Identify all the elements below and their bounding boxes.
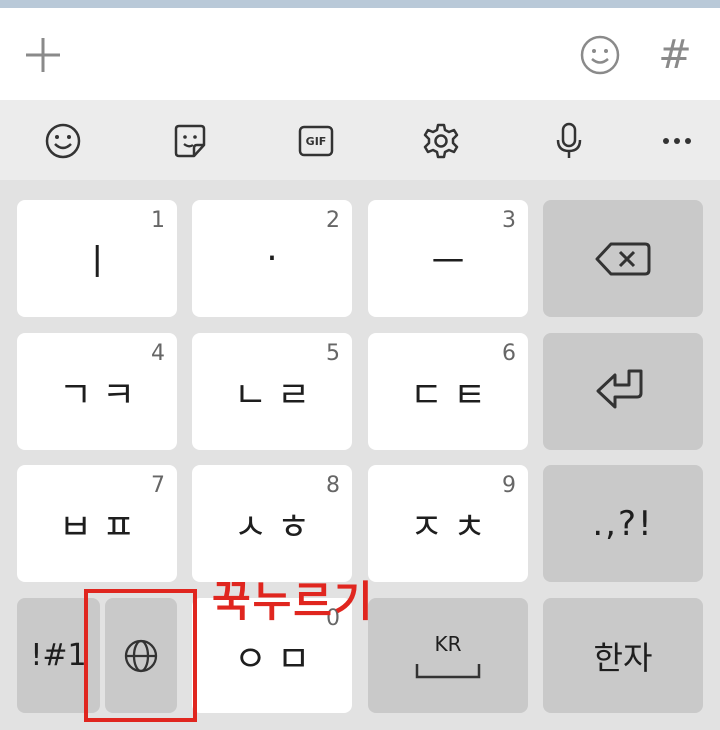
emoji-toolbar-icon[interactable] (40, 118, 86, 164)
keyboard-toolbar: GIF (0, 100, 720, 180)
emoji-icon[interactable] (575, 30, 625, 80)
key-label: ㄴㄹ (233, 374, 321, 416)
key-label: ㅣ (80, 241, 124, 283)
more-options-icon[interactable] (654, 118, 700, 164)
enter-icon (596, 369, 643, 408)
key-label: ㅅㅎ (233, 506, 321, 548)
key-number: 6 (502, 341, 516, 366)
key-label: ㅡ (431, 241, 475, 283)
backspace-icon (595, 242, 651, 275)
key-number: 7 (151, 473, 165, 498)
key-number: 3 (502, 208, 516, 233)
key-number: 4 (151, 341, 165, 366)
key-label: ㄱㅋ (58, 374, 146, 416)
symbols-label: !#1 (30, 638, 87, 673)
key-label: ㅈㅊ (409, 506, 497, 548)
key-nieun-rieul[interactable]: 5 ㄴㄹ (192, 333, 352, 450)
key-number: 8 (326, 473, 340, 498)
hashtag-label: # (658, 32, 692, 78)
hanja-label: 한자 (593, 638, 653, 677)
gif-label: GIF (305, 134, 327, 148)
key-label: ㅇㅁ (233, 638, 321, 680)
key-jieut-chieut[interactable]: 9 ㅈㅊ (368, 465, 528, 582)
highlight-box (84, 589, 197, 722)
long-press-annotation: 꾹누르기 (212, 577, 375, 626)
key-number: 5 (326, 341, 340, 366)
top-strip (0, 0, 720, 8)
microphone-icon[interactable] (546, 118, 592, 164)
punctuation-label: .,?! (592, 503, 654, 544)
punctuation-key[interactable]: .,?! (543, 465, 703, 582)
sticker-icon[interactable] (167, 118, 213, 164)
key-i[interactable]: 1 ㅣ (17, 200, 177, 317)
enter-key[interactable] (543, 333, 703, 450)
gif-icon[interactable]: GIF (293, 118, 339, 164)
space-bar-icon (415, 663, 481, 678)
key-siot-hieut[interactable]: 8 ㅅㅎ (192, 465, 352, 582)
key-number: 1 (151, 208, 165, 233)
key-giyeok-kieuk[interactable]: 4 ㄱㅋ (17, 333, 177, 450)
key-label: · (266, 238, 288, 279)
space-key[interactable]: KR (368, 598, 528, 713)
key-dot[interactable]: 2 · (192, 200, 352, 317)
key-label: ㄷㅌ (409, 374, 497, 416)
key-bieup-pieup[interactable]: 7 ㅂㅍ (17, 465, 177, 582)
plus-icon[interactable] (18, 30, 68, 80)
language-label: KR (434, 631, 462, 656)
key-label: ㅂㅍ (58, 506, 146, 548)
settings-gear-icon[interactable] (418, 118, 464, 164)
hanja-key[interactable]: 한자 (543, 598, 703, 713)
hashtag-icon[interactable]: # (650, 30, 700, 80)
key-number: 2 (326, 208, 340, 233)
key-eu[interactable]: 3 ㅡ (368, 200, 528, 317)
input-bar: # (0, 8, 720, 100)
backspace-key[interactable] (543, 200, 703, 317)
key-number: 9 (502, 473, 516, 498)
key-digeut-tieut[interactable]: 6 ㄷㅌ (368, 333, 528, 450)
